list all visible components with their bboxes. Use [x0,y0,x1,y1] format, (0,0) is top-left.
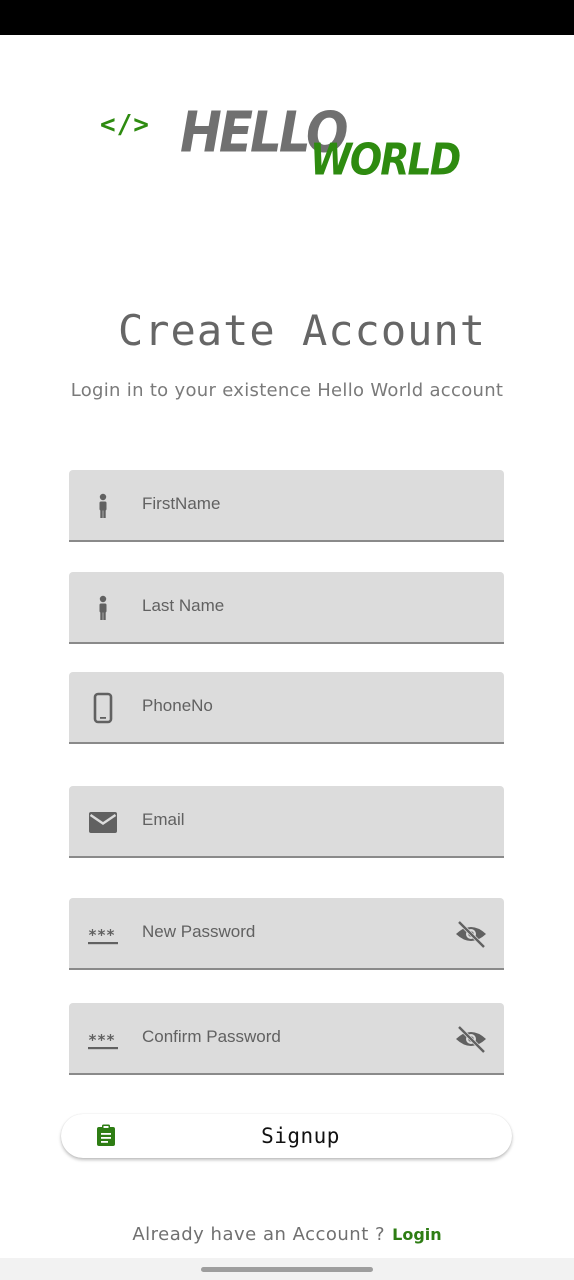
first-name-field[interactable]: FirstName [69,470,504,542]
page-subtitle: Login in to your existence Hello World a… [70,380,504,401]
svg-text:***: *** [88,926,115,944]
logo-code-icon: </> [100,110,150,140]
confirm-password-field[interactable]: *** Confirm Password [69,1003,504,1075]
password-icon: *** [87,1023,119,1055]
visibility-off-icon[interactable] [454,1023,488,1055]
signup-button[interactable]: Signup [61,1114,512,1158]
person-icon [87,490,119,522]
last-name-field[interactable]: Last Name [69,572,504,644]
app-logo: </> HELLO WORLD [100,96,461,186]
visibility-off-icon[interactable] [454,918,488,950]
email-placeholder: Email [142,810,185,829]
already-account-text: Already have an Account ? [132,1224,386,1245]
signup-label: Signup [261,1124,340,1148]
home-gesture-handle[interactable] [201,1267,373,1272]
first-name-placeholder: FirstName [142,494,221,513]
logo-word-world: WORLD [310,134,461,185]
phone-field[interactable]: PhoneNo [69,672,504,744]
new-password-placeholder: New Password [142,922,256,941]
phone-icon [87,692,119,724]
status-bar [0,0,574,35]
confirm-password-placeholder: Confirm Password [142,1027,281,1046]
email-field[interactable]: Email [69,786,504,858]
navigation-bar [0,1258,574,1280]
last-name-placeholder: Last Name [142,596,225,615]
login-prompt: Already have an Account ? Login [0,1224,574,1245]
mail-icon [87,806,119,838]
new-password-field[interactable]: *** New Password [69,898,504,970]
password-icon: *** [87,918,119,950]
login-link[interactable]: Login [392,1225,442,1244]
page-title: Create Account [117,306,486,355]
phone-placeholder: PhoneNo [142,696,213,715]
svg-text:***: *** [88,1031,115,1049]
person-icon [87,592,119,624]
